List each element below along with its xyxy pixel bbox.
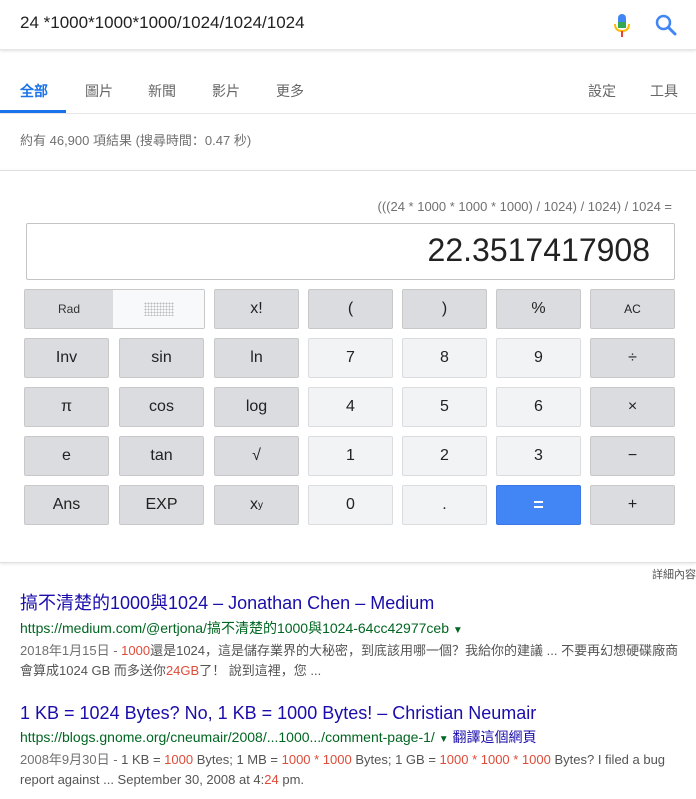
- result-snippet: 2008年9月30日 - 1 KB = 1000 Bytes; 1 MB = 1…: [20, 750, 680, 790]
- digit-0-key[interactable]: 0: [308, 485, 393, 525]
- multiply-key[interactable]: ×: [590, 387, 675, 427]
- result-url-text: https://blogs.gnome.org/cneumair/2008/..…: [20, 729, 435, 745]
- dropdown-arrow-icon[interactable]: ▼: [453, 625, 463, 636]
- result-title-link[interactable]: 1 KB = 1024 Bytes? No, 1 KB = 1000 Bytes…: [20, 703, 680, 724]
- tab-settings[interactable]: 設定: [588, 81, 616, 101]
- result-date: 2008年9月30日 -: [20, 752, 122, 767]
- active-tab-indicator: [0, 110, 66, 113]
- cos-key[interactable]: cos: [119, 387, 204, 427]
- minus-key[interactable]: −: [590, 436, 675, 476]
- snippet-text: Bytes; 1 GB =: [351, 752, 440, 767]
- log-key[interactable]: log: [214, 387, 299, 427]
- search-bar: 24 *1000*1000*1000/1024/1024/1024: [0, 0, 696, 50]
- digit-2-key[interactable]: 2: [402, 436, 487, 476]
- tab-videos[interactable]: 影片: [212, 81, 240, 101]
- result-url[interactable]: https://blogs.gnome.org/cneumair/2008/..…: [20, 727, 680, 747]
- digit-4-key[interactable]: 4: [308, 387, 393, 427]
- tab-news[interactable]: 新聞: [148, 81, 176, 101]
- digit-7-key[interactable]: 7: [308, 338, 393, 378]
- decimal-point-key[interactable]: .: [402, 485, 487, 525]
- result-url[interactable]: https://medium.com/@ertjona/搞不清楚的1000與10…: [20, 618, 680, 638]
- digit-5-key[interactable]: 5: [402, 387, 487, 427]
- plus-key[interactable]: +: [590, 485, 675, 525]
- result-stats: 約有 46,900 項結果 (搜尋時間：0.47 秒): [20, 133, 252, 148]
- dropdown-arrow-icon[interactable]: ▼: [439, 734, 449, 745]
- calculator-display: 22.3517417908: [26, 223, 675, 280]
- ln-key[interactable]: ln: [214, 338, 299, 378]
- search-result: 1 KB = 1024 Bytes? No, 1 KB = 1000 Bytes…: [20, 703, 680, 790]
- tab-all[interactable]: 全部: [20, 81, 48, 101]
- snippet-highlight: 24GB: [165, 663, 200, 678]
- digit-6-key[interactable]: 6: [496, 387, 581, 427]
- inverse-key[interactable]: Inv: [24, 338, 109, 378]
- calculator-expression: (((24 * 1000 * 1000 * 1000) / 1024) / 10…: [377, 199, 672, 214]
- deg-placeholder-icon: [143, 302, 174, 316]
- search-input[interactable]: 24 *1000*1000*1000/1024/1024/1024: [20, 13, 305, 33]
- right-paren-key[interactable]: ): [402, 289, 487, 329]
- divide-key[interactable]: ÷: [590, 338, 675, 378]
- result-snippet: 2018年1月15日 - 1000還是1024，這是儲存業界的大秘密，到底該用哪…: [20, 641, 680, 681]
- calculator-card: (((24 * 1000 * 1000 * 1000) / 1024) / 10…: [0, 170, 696, 563]
- translate-page-link[interactable]: 翻譯這個網頁: [452, 729, 536, 745]
- snippet-highlight: 24: [264, 772, 279, 787]
- tab-images[interactable]: 圖片: [85, 81, 113, 101]
- digit-3-key[interactable]: 3: [496, 436, 581, 476]
- angle-mode-toggle[interactable]: Rad: [24, 289, 205, 329]
- result-url-text: https://medium.com/@ertjona/搞不清楚的1000與10…: [20, 620, 449, 636]
- tab-tools[interactable]: 工具: [650, 81, 678, 101]
- result-date: 2018年1月15日 -: [20, 643, 122, 658]
- result-title-link[interactable]: 搞不清楚的1000與1024 – Jonathan Chen – Medium: [20, 589, 680, 615]
- search-tabs: 全部 圖片 新聞 影片 更多 設定 工具: [0, 50, 696, 114]
- snippet-highlight: 1000: [121, 643, 151, 658]
- e-key[interactable]: e: [24, 436, 109, 476]
- factorial-key[interactable]: x!: [214, 289, 299, 329]
- power-key-base: x: [250, 496, 258, 513]
- details-link[interactable]: 詳細內容: [652, 566, 696, 582]
- rad-button[interactable]: Rad: [25, 290, 113, 328]
- digit-1-key[interactable]: 1: [308, 436, 393, 476]
- percent-key[interactable]: %: [496, 289, 581, 329]
- power-key-exponent: y: [258, 499, 263, 511]
- power-key[interactable]: xy: [214, 485, 299, 525]
- digit-8-key[interactable]: 8: [402, 338, 487, 378]
- snippet-text: Bytes; 1 MB =: [193, 752, 282, 767]
- snippet-text: 了！ 說到這裡，您 ...: [199, 663, 322, 678]
- microphone-icon[interactable]: [612, 13, 632, 39]
- tan-key[interactable]: tan: [119, 436, 204, 476]
- snippet-highlight: 1000: [164, 752, 194, 767]
- search-result: 搞不清楚的1000與1024 – Jonathan Chen – Medium …: [20, 589, 680, 681]
- digit-9-key[interactable]: 9: [496, 338, 581, 378]
- left-paren-key[interactable]: (: [308, 289, 393, 329]
- search-icon[interactable]: [654, 13, 678, 37]
- snippet-highlight: 1000 * 1000: [281, 752, 352, 767]
- sin-key[interactable]: sin: [119, 338, 204, 378]
- tab-more[interactable]: 更多: [276, 81, 304, 101]
- equals-key[interactable]: =: [496, 485, 581, 525]
- snippet-text: pm.: [278, 772, 305, 787]
- sqrt-key[interactable]: √: [214, 436, 299, 476]
- exp-key[interactable]: EXP: [119, 485, 204, 525]
- snippet-highlight: 1000 * 1000 * 1000: [439, 752, 551, 767]
- pi-key[interactable]: π: [24, 387, 109, 427]
- snippet-text: 1 KB =: [121, 752, 165, 767]
- deg-button[interactable]: [113, 290, 204, 328]
- all-clear-key[interactable]: AC: [590, 289, 675, 329]
- answer-key[interactable]: Ans: [24, 485, 109, 525]
- calculator-result: 22.3517417908: [427, 232, 650, 268]
